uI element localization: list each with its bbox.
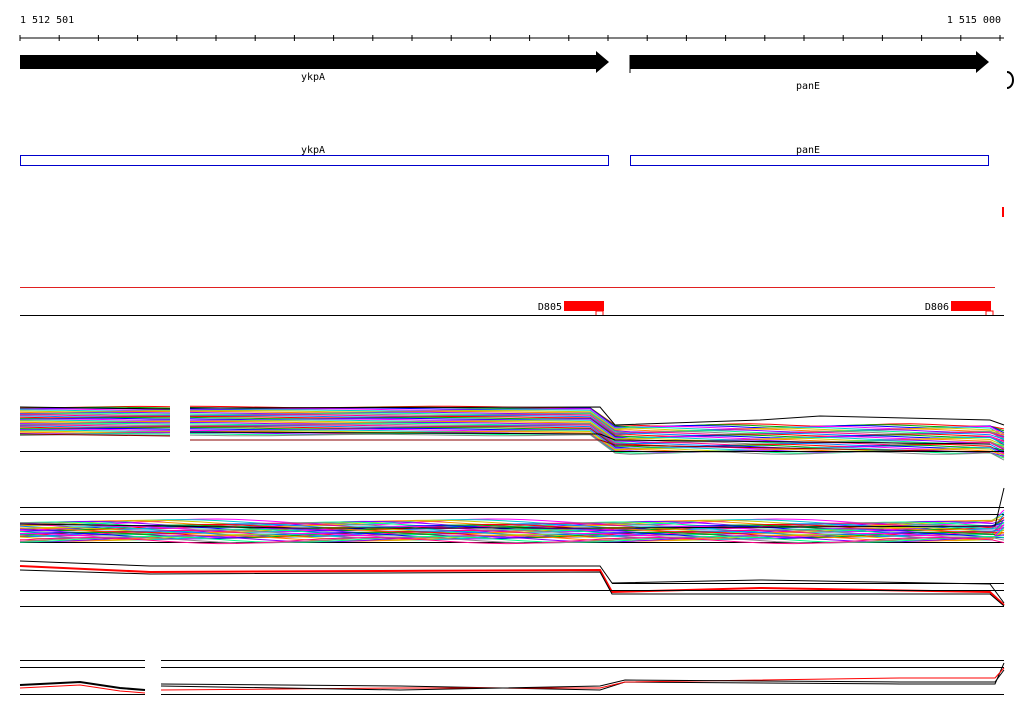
signal-track-4: [19, 655, 1005, 700]
signal-track-1: [19, 400, 1005, 461]
signal-trace: [19, 569, 1005, 607]
genome-track-canvas: 1 512 501 1 515 000 ykpA panE ykpA panE: [19, 15, 1014, 700]
signal-trace: [19, 565, 1005, 606]
gene-arrow-panE[interactable]: [630, 51, 989, 73]
annotation-box-panE[interactable]: [630, 155, 989, 166]
signal-track-3: [19, 560, 1005, 607]
signal-trace: [19, 680, 146, 691]
coverage-gap: [145, 655, 161, 700]
feature-block-D806[interactable]: [951, 301, 991, 311]
ruler-end-label: 1 515 000: [947, 15, 1001, 26]
signal-track-2: [19, 487, 1005, 545]
edge-feature-marker: [1002, 207, 1004, 217]
gene-label-ykpA: ykpA: [301, 72, 325, 83]
feature-label-D806: D806: [925, 302, 949, 313]
signal-trace: [160, 669, 1005, 691]
partial-gene-edge: [1006, 71, 1014, 89]
annotation-label-panE: panE: [796, 145, 820, 156]
gene-label-panE: panE: [796, 81, 820, 92]
feature-bracket-D806: [985, 310, 994, 315]
feature-bracket-D805: [595, 310, 604, 315]
coordinate-ruler: 1 512 501 1 515 000: [19, 15, 1004, 41]
ruler-start-label: 1 512 501: [20, 15, 74, 26]
feature-label-D805: D805: [538, 302, 562, 313]
genome-browser-view: 1 512 501 1 515 000 ykpA panE ykpA panE: [0, 0, 1024, 714]
gene-track: ykpA panE: [20, 51, 1014, 92]
coverage-gap: [172, 400, 189, 458]
gene-arrow-ykpA[interactable]: [20, 51, 609, 73]
annotation-track: ykpA panE: [20, 145, 989, 166]
feature-block-D805[interactable]: [564, 301, 604, 311]
annotation-box-ykpA[interactable]: [20, 155, 609, 166]
signal-trace: [19, 560, 1005, 604]
annotation-label-ykpA: ykpA: [301, 145, 325, 156]
feature-track: D805 D806: [20, 301, 1004, 316]
